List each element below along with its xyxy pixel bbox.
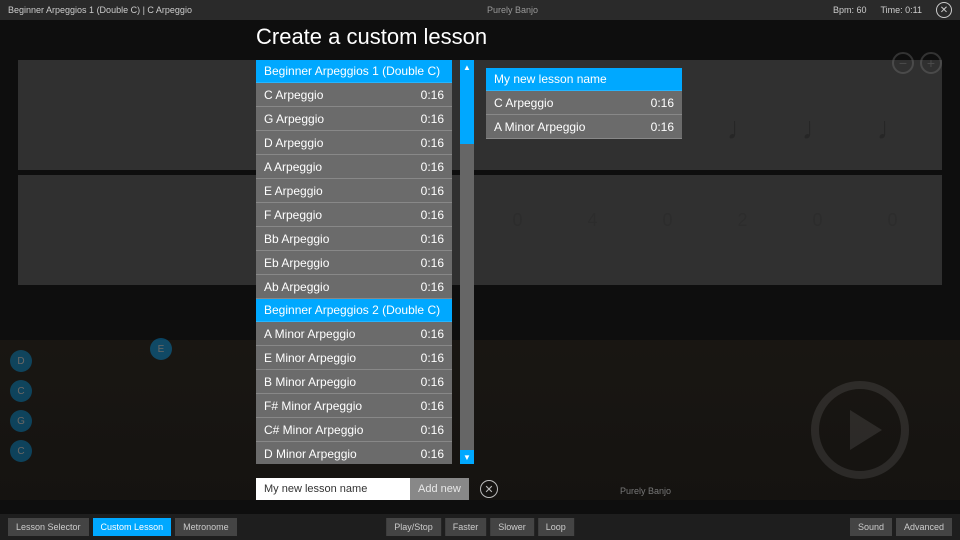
item-duration: 0:16 (421, 375, 444, 389)
item-duration: 0:16 (421, 327, 444, 341)
chord-dots: D C G C (10, 350, 32, 462)
chord-dot: G (10, 410, 32, 432)
zoom-in-icon[interactable]: + (920, 52, 942, 74)
item-name: B Minor Arpeggio (264, 375, 356, 389)
source-list-item[interactable]: C Arpeggio 0:16 (256, 83, 452, 107)
source-list-item[interactable]: E Arpeggio 0:16 (256, 179, 452, 203)
chord-dot: D (10, 350, 32, 372)
source-group-header: Beginner Arpeggios 1 (Double C) (256, 60, 452, 83)
source-list-item[interactable]: A Minor Arpeggio 0:16 (256, 322, 452, 346)
lesson-name-row: Add new (256, 478, 469, 500)
source-list-item[interactable]: Ab Arpeggio 0:16 (256, 275, 452, 299)
breadcrumb: Beginner Arpeggios 1 (Double C) | C Arpe… (8, 5, 192, 15)
source-list-item[interactable]: Bb Arpeggio 0:16 (256, 227, 452, 251)
bottom-toolbar: Lesson Selector Custom Lesson Metronome … (0, 514, 960, 540)
source-list-item[interactable]: F Arpeggio 0:16 (256, 203, 452, 227)
close-icon: ✕ (484, 483, 493, 496)
item-duration: 0:16 (421, 208, 444, 222)
source-list-item[interactable]: Eb Arpeggio 0:16 (256, 251, 452, 275)
item-duration: 0:16 (421, 160, 444, 174)
dest-list-item[interactable]: A Minor Arpeggio 0:16 (486, 115, 682, 139)
item-duration: 0:16 (421, 399, 444, 413)
time-label: Time: 0:11 (880, 5, 922, 15)
scroll-down-button[interactable]: ▼ (460, 450, 474, 464)
loop-button[interactable]: Loop (538, 518, 574, 536)
lesson-selector-button[interactable]: Lesson Selector (8, 518, 89, 536)
close-icon: ✕ (940, 5, 948, 16)
item-name: F# Minor Arpeggio (264, 399, 362, 413)
item-duration: 0:16 (421, 112, 444, 126)
item-duration: 0:16 (421, 447, 444, 461)
dest-list-item[interactable]: C Arpeggio 0:16 (486, 91, 682, 115)
brand-label: Purely Banjo (192, 5, 833, 15)
play-stop-button[interactable]: Play/Stop (386, 518, 441, 536)
source-group-header: Beginner Arpeggios 2 (Double C) (256, 299, 452, 322)
item-name: A Arpeggio (264, 160, 322, 174)
modal-close-button[interactable]: ✕ (480, 480, 498, 498)
item-name: F Arpeggio (264, 208, 322, 222)
custom-lesson-button[interactable]: Custom Lesson (93, 518, 172, 536)
chord-dot: C (10, 380, 32, 402)
top-bar: Beginner Arpeggios 1 (Double C) | C Arpe… (0, 0, 960, 20)
source-list-item[interactable]: B Minor Arpeggio 0:16 (256, 370, 452, 394)
item-name: C Arpeggio (264, 88, 323, 102)
item-name: D Minor Arpeggio (264, 447, 357, 461)
zoom-out-icon[interactable]: − (892, 52, 914, 74)
item-duration: 0:16 (421, 351, 444, 365)
modal-title: Create a custom lesson (256, 24, 696, 50)
source-list-item[interactable]: G Arpeggio 0:16 (256, 107, 452, 131)
item-name: A Minor Arpeggio (494, 120, 585, 134)
item-name: C# Minor Arpeggio (264, 423, 363, 437)
source-list-item[interactable]: F# Minor Arpeggio 0:16 (256, 394, 452, 418)
scroll-up-button[interactable]: ▲ (460, 60, 474, 74)
item-name: Eb Arpeggio (264, 256, 329, 270)
item-name: Ab Arpeggio (264, 280, 329, 294)
metronome-button[interactable]: Metronome (175, 518, 237, 536)
item-name: A Minor Arpeggio (264, 327, 355, 341)
lesson-name-input[interactable] (256, 478, 410, 500)
item-duration: 0:16 (421, 136, 444, 150)
faster-button[interactable]: Faster (445, 518, 487, 536)
item-duration: 0:16 (421, 256, 444, 270)
chord-dot-e: E (150, 338, 172, 360)
source-list-item[interactable]: D Minor Arpeggio 0:16 (256, 442, 452, 464)
item-name: E Arpeggio (264, 184, 323, 198)
close-button[interactable]: ✕ (936, 2, 952, 18)
item-duration: 0:16 (421, 184, 444, 198)
item-duration: 0:16 (421, 280, 444, 294)
source-lesson-list: Beginner Arpeggios 1 (Double C)C Arpeggi… (256, 60, 452, 464)
item-name: C Arpeggio (494, 96, 553, 110)
source-list-item[interactable]: C# Minor Arpeggio 0:16 (256, 418, 452, 442)
advanced-button[interactable]: Advanced (896, 518, 952, 536)
chord-dot: C (10, 440, 32, 462)
play-icon[interactable] (810, 380, 910, 480)
source-list-item[interactable]: E Minor Arpeggio 0:16 (256, 346, 452, 370)
item-duration: 0:16 (421, 88, 444, 102)
item-duration: 0:16 (421, 423, 444, 437)
item-duration: 0:16 (651, 96, 674, 110)
item-name: Bb Arpeggio (264, 232, 329, 246)
item-name: G Arpeggio (264, 112, 324, 126)
source-scrollbar[interactable]: ▲ ▼ (460, 60, 474, 464)
dest-list-header: My new lesson name (486, 68, 682, 91)
item-duration: 0:16 (651, 120, 674, 134)
item-name: E Minor Arpeggio (264, 351, 356, 365)
sound-button[interactable]: Sound (850, 518, 892, 536)
scroll-thumb[interactable] (460, 74, 474, 144)
source-list-item[interactable]: D Arpeggio 0:16 (256, 131, 452, 155)
source-list-item[interactable]: A Arpeggio 0:16 (256, 155, 452, 179)
footer-brand: Purely Banjo (620, 486, 671, 496)
item-duration: 0:16 (421, 232, 444, 246)
bpm-label: Bpm: 60 (833, 5, 867, 15)
slower-button[interactable]: Slower (490, 518, 534, 536)
destination-lesson-list: My new lesson name C Arpeggio0:16A Minor… (486, 68, 682, 139)
item-name: D Arpeggio (264, 136, 323, 150)
add-new-button[interactable]: Add new (410, 478, 469, 500)
